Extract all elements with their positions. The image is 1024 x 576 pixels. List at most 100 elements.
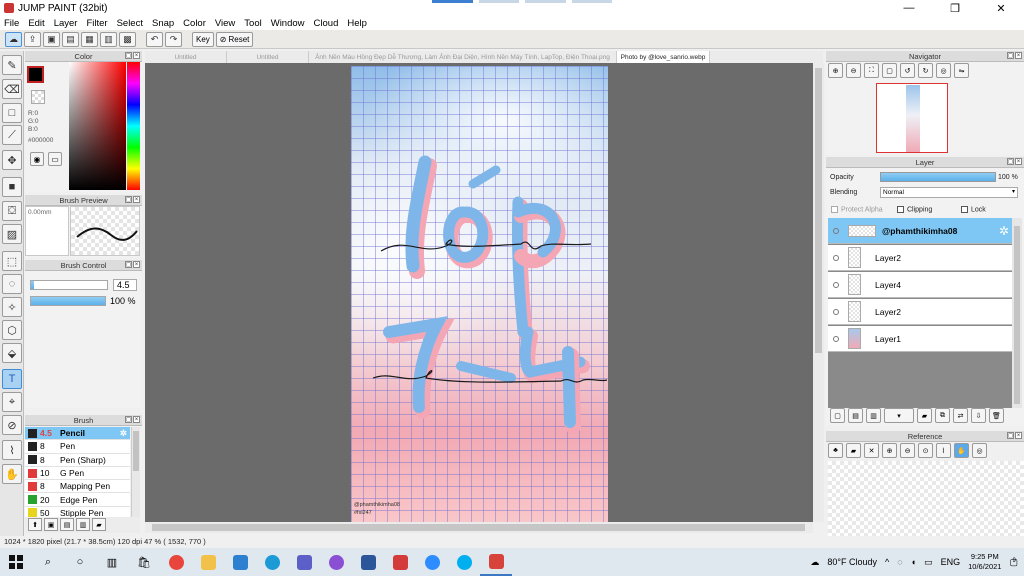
- menu-file[interactable]: File: [4, 18, 19, 29]
- panel-float-icon[interactable]: ◻: [125, 196, 132, 203]
- reference-eyedropper-icon[interactable]: ⌇: [936, 443, 951, 458]
- bucket-tool-icon[interactable]: ⛋: [2, 201, 22, 221]
- navigator-thumbnail[interactable]: [876, 83, 948, 153]
- search-icon[interactable]: ⌕: [32, 548, 64, 576]
- store-icon[interactable]: 🛍: [128, 548, 160, 576]
- panel-close-icon[interactable]: ×: [1015, 432, 1022, 439]
- zoom-out-icon[interactable]: ⊖: [846, 63, 861, 78]
- layer-row-text[interactable]: @phamthikimha08 ✲: [828, 218, 1012, 244]
- print-icon[interactable]: ▤: [62, 31, 79, 47]
- grid-icon[interactable]: ▩: [119, 31, 136, 47]
- lasso-tool-icon[interactable]: ◌: [2, 274, 22, 294]
- panel-close-icon[interactable]: ×: [133, 416, 140, 423]
- volume-icon[interactable]: ◖: [911, 557, 916, 567]
- brush-import-icon[interactable]: ⬆: [28, 518, 42, 531]
- taskbar-app-jump-paint[interactable]: [480, 548, 512, 576]
- panel-close-icon[interactable]: ×: [133, 52, 140, 59]
- panel-float-icon[interactable]: ◻: [1007, 158, 1014, 165]
- brush-folder-icon[interactable]: ▰: [92, 518, 106, 531]
- menu-filter[interactable]: Filter: [86, 18, 107, 29]
- start-button[interactable]: [0, 548, 32, 576]
- menu-window[interactable]: Window: [271, 18, 305, 29]
- panel-float-icon[interactable]: ◻: [125, 52, 132, 59]
- rotate-left-icon[interactable]: ↺: [900, 63, 915, 78]
- widgets-icon[interactable]: ▥: [96, 548, 128, 576]
- notification-icon[interactable]: ▢ 9: [1009, 557, 1018, 568]
- actual-size-icon[interactable]: ▢: [882, 63, 897, 78]
- visibility-icon[interactable]: [833, 254, 839, 261]
- redo-icon[interactable]: ↷: [165, 31, 182, 47]
- menu-edit[interactable]: Edit: [28, 18, 44, 29]
- menu-select[interactable]: Select: [117, 18, 143, 29]
- tab-untitled-1[interactable]: Untitled: [145, 51, 227, 63]
- taskbar-app-word[interactable]: [352, 548, 384, 576]
- layer-row-layer2-top[interactable]: Layer2: [828, 245, 1012, 271]
- reference-zoom-in-icon[interactable]: ⊕: [882, 443, 897, 458]
- cloud-icon[interactable]: ☁: [5, 31, 22, 47]
- rectangle-tool-icon[interactable]: □: [2, 103, 22, 123]
- tab-wallpaper-png[interactable]: Ảnh Nền Màu Hồng Đẹp Dễ Thương, Làm Ảnh …: [309, 51, 617, 63]
- text-tool-icon[interactable]: T: [2, 369, 22, 389]
- layer-opacity-slider[interactable]: [880, 172, 996, 182]
- brush-settings-gear-icon[interactable]: ✲: [120, 428, 127, 439]
- operation-tool-icon[interactable]: ⌖: [2, 392, 22, 412]
- open-file-icon[interactable]: ⇪: [24, 31, 41, 47]
- reference-zoom-reset-icon[interactable]: ⊙: [918, 443, 933, 458]
- panel-float-icon[interactable]: ◻: [125, 261, 132, 268]
- select-pen-tool-icon[interactable]: ⬡: [2, 320, 22, 340]
- artwork-canvas[interactable]: @phamthikimha08 #fxl247: [351, 66, 608, 523]
- brush-size-value[interactable]: 4.5: [113, 279, 137, 291]
- delete-layer-icon[interactable]: 🗑: [989, 408, 1004, 423]
- clipping-checkbox[interactable]: Clipping: [897, 206, 932, 213]
- task-view-icon[interactable]: ○: [64, 548, 96, 576]
- brush-item-pen[interactable]: 8 Pen: [25, 440, 130, 454]
- swap-color-icon[interactable]: ▭: [48, 152, 62, 166]
- magic-wand-tool-icon[interactable]: ✧: [2, 297, 22, 317]
- brush-edit-icon[interactable]: ▥: [76, 518, 90, 531]
- weather-cloud-icon[interactable]: ☁: [810, 557, 819, 568]
- blending-select[interactable]: Normal ▾: [880, 187, 1018, 198]
- background-color-swatch[interactable]: [31, 90, 45, 104]
- canvas-horizontal-scrollbar[interactable]: [145, 522, 813, 533]
- select-rect-tool-icon[interactable]: ⬚: [2, 251, 22, 271]
- minimize-button[interactable]: —: [886, 0, 932, 16]
- tab-photo-webp[interactable]: Photo by @love_sanrio.webp: [617, 51, 710, 63]
- new-layer-icon[interactable]: ▢: [830, 408, 845, 423]
- eyedropper-tool-icon[interactable]: ⌇: [2, 440, 22, 460]
- visibility-icon[interactable]: [833, 335, 839, 342]
- reference-zoom-out-icon[interactable]: ⊖: [900, 443, 915, 458]
- line-tool-icon[interactable]: ⟋: [2, 125, 22, 145]
- taskbar-app-edge[interactable]: [256, 548, 288, 576]
- clock[interactable]: 9:25 PM 10/6/2021: [968, 552, 1001, 572]
- merge-layer-icon[interactable]: ⇩: [971, 408, 986, 423]
- menu-color[interactable]: Color: [183, 18, 206, 29]
- reset-rotation-icon[interactable]: ◎: [936, 63, 951, 78]
- reset-button[interactable]: ⊘ Reset: [215, 31, 254, 47]
- reference-canvas[interactable]: [828, 461, 1024, 536]
- layer-type-dropdown[interactable]: ▾: [884, 408, 914, 423]
- layer-row-layer2-bottom[interactable]: Layer2: [828, 299, 1012, 325]
- visibility-icon[interactable]: [833, 281, 839, 288]
- panel-close-icon[interactable]: ×: [1015, 158, 1022, 165]
- menu-help[interactable]: Help: [347, 18, 367, 29]
- eraser-tool-icon[interactable]: ⌫: [2, 79, 22, 99]
- layer-settings-gear-icon[interactable]: ✲: [999, 224, 1009, 238]
- reference-hand-icon[interactable]: ✋: [954, 443, 969, 458]
- rotate-right-icon[interactable]: ↻: [918, 63, 933, 78]
- panel-float-icon[interactable]: ◻: [1007, 432, 1014, 439]
- divide-tool-icon[interactable]: ⊘: [2, 415, 22, 435]
- taskbar-app-firealpaca[interactable]: [384, 548, 416, 576]
- foreground-color-swatch[interactable]: [27, 66, 44, 83]
- save-icon[interactable]: ▣: [43, 31, 60, 47]
- brush-item-stipple-pen[interactable]: 50 Stipple Pen: [25, 507, 130, 517]
- fit-screen-icon[interactable]: ⛶: [864, 63, 879, 78]
- brush-item-edge-pen[interactable]: 20 Edge Pen: [25, 493, 130, 507]
- reference-close-icon[interactable]: ✕: [864, 443, 879, 458]
- saturation-value-picker[interactable]: [69, 62, 126, 190]
- taskbar-app-zoom[interactable]: [416, 548, 448, 576]
- brush-opacity-slider[interactable]: [30, 296, 106, 306]
- taskbar-app-file-explorer[interactable]: [192, 548, 224, 576]
- network-icon[interactable]: ◌: [897, 557, 902, 567]
- key-button[interactable]: Key: [192, 31, 214, 47]
- brush-tool-icon[interactable]: ✎: [2, 55, 22, 75]
